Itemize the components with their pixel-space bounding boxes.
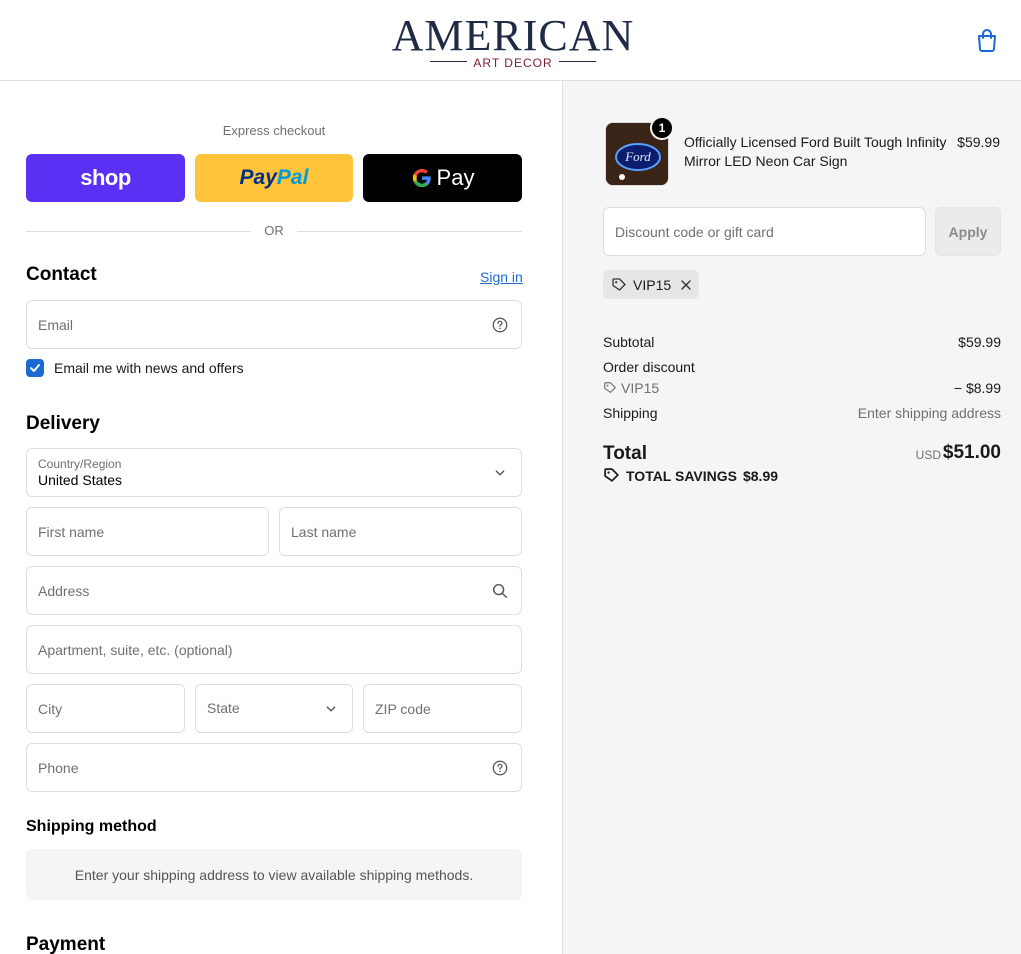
total-value: $51.00 bbox=[942, 442, 1001, 463]
discount-code-input[interactable]: Discount code or gift card bbox=[603, 207, 926, 256]
google-g-icon bbox=[412, 168, 431, 188]
newsletter-checkbox-row[interactable]: Email me with news and offers bbox=[26, 359, 244, 377]
discount-value: − $8.99 bbox=[953, 380, 1001, 396]
zip-placeholder: ZIP code bbox=[375, 701, 431, 717]
order-discount-label: Order discount bbox=[603, 359, 695, 375]
logo-sub-text: ART DECOR bbox=[467, 56, 559, 70]
google-pay-label: Pay bbox=[436, 165, 475, 190]
phone-placeholder: Phone bbox=[38, 760, 79, 776]
apartment-field[interactable]: Apartment, suite, etc. (optional) bbox=[26, 625, 522, 674]
address-field[interactable]: Address bbox=[26, 566, 522, 615]
shop-pay-button[interactable]: shop bbox=[26, 154, 185, 202]
email-field[interactable]: Email bbox=[26, 300, 522, 349]
total-row: Total USD $51.00 bbox=[603, 441, 1001, 465]
express-checkout-title: Express checkout bbox=[222, 123, 326, 138]
paypal-button[interactable]: PayPal bbox=[195, 154, 353, 202]
site-header: AMERICAN ART DECOR bbox=[0, 0, 1021, 81]
order-summary: Ford 1 Officially Licensed Ford Built To… bbox=[562, 81, 1021, 954]
payment-title: Payment bbox=[26, 934, 106, 954]
last-name-field[interactable]: Last name bbox=[279, 507, 522, 556]
checkmark-icon bbox=[30, 364, 40, 372]
total-savings: TOTAL SAVINGS $8.99 bbox=[603, 467, 778, 484]
tag-icon bbox=[604, 468, 619, 482]
tag-icon bbox=[612, 277, 626, 291]
country-select[interactable]: Country/Region United States bbox=[26, 448, 522, 497]
delivery-title: Delivery bbox=[26, 413, 100, 434]
first-name-placeholder: First name bbox=[38, 524, 105, 540]
phone-field[interactable]: Phone bbox=[26, 743, 522, 792]
shipping-method-notice: Enter your shipping address to view avai… bbox=[26, 849, 522, 900]
apply-discount-button[interactable]: Apply bbox=[935, 207, 1001, 256]
zip-field[interactable]: ZIP code bbox=[363, 684, 522, 733]
help-circle-icon[interactable] bbox=[491, 759, 509, 777]
paypal-label-pay: Pay bbox=[239, 166, 277, 189]
or-text: OR bbox=[264, 223, 284, 238]
shop-pay-label: shop bbox=[80, 165, 131, 190]
product-price: $59.99 bbox=[957, 134, 1000, 150]
discount-placeholder: Discount code or gift card bbox=[615, 224, 774, 240]
newsletter-label: Email me with news and offers bbox=[54, 360, 244, 376]
chevron-down-icon bbox=[326, 706, 336, 712]
help-circle-icon[interactable] bbox=[491, 316, 509, 334]
tag-icon bbox=[604, 382, 616, 393]
product-name: Officially Licensed Ford Built Tough Inf… bbox=[684, 134, 947, 169]
state-select[interactable]: State bbox=[195, 684, 353, 733]
shipping-method-title: Shipping method bbox=[26, 818, 157, 835]
savings-value: $8.99 bbox=[742, 467, 779, 484]
address-placeholder: Address bbox=[38, 583, 90, 599]
subtotal-row: Subtotal $59.99 bbox=[603, 334, 1001, 352]
shipping-value: Enter shipping address bbox=[857, 405, 1001, 421]
applied-code-text: VIP15 bbox=[633, 276, 672, 293]
discount-code-row: VIP15 − $8.99 bbox=[603, 380, 1001, 398]
contact-title: Contact bbox=[26, 264, 97, 285]
thumb-brand-text: Ford bbox=[624, 149, 651, 164]
shipping-label: Shipping bbox=[603, 405, 658, 421]
email-placeholder: Email bbox=[38, 317, 74, 333]
subtotal-value: $59.99 bbox=[958, 334, 1001, 350]
last-name-placeholder: Last name bbox=[291, 524, 357, 540]
chevron-down-icon bbox=[495, 470, 505, 476]
country-value: United States bbox=[38, 472, 123, 488]
subtotal-label: Subtotal bbox=[603, 334, 655, 350]
savings-label: TOTAL SAVINGS bbox=[626, 467, 737, 484]
applied-discount-chip: VIP15 bbox=[603, 270, 699, 299]
total-currency: USD bbox=[915, 448, 941, 462]
search-icon bbox=[492, 583, 508, 599]
apartment-placeholder: Apartment, suite, etc. (optional) bbox=[38, 642, 233, 658]
city-placeholder: City bbox=[38, 701, 63, 717]
country-label: Country/Region bbox=[38, 457, 122, 471]
paypal-label-pal: Pal bbox=[276, 166, 309, 189]
city-field[interactable]: City bbox=[26, 684, 185, 733]
shopping-bag-icon[interactable] bbox=[976, 28, 998, 52]
close-icon[interactable] bbox=[679, 278, 693, 292]
order-discount-row: Order discount bbox=[603, 359, 1001, 377]
first-name-field[interactable]: First name bbox=[26, 507, 269, 556]
shipping-row: Shipping Enter shipping address bbox=[603, 405, 1001, 423]
checkout-form: Express checkout shop PayPal Pay OR Cont… bbox=[0, 81, 562, 954]
store-logo[interactable]: AMERICAN ART DECOR bbox=[388, 11, 638, 70]
google-pay-button[interactable]: Pay bbox=[363, 154, 522, 202]
sign-in-link[interactable]: Sign in bbox=[480, 269, 523, 285]
shipping-method-message: Enter your shipping address to view avai… bbox=[74, 866, 474, 883]
quantity-badge: 1 bbox=[650, 116, 674, 140]
discount-code-label: VIP15 bbox=[621, 380, 660, 396]
state-placeholder: State bbox=[207, 700, 240, 716]
total-label: Total bbox=[603, 443, 647, 464]
or-divider: OR bbox=[26, 222, 522, 240]
newsletter-checkbox[interactable] bbox=[26, 359, 44, 377]
logo-main-text: AMERICAN bbox=[391, 11, 635, 60]
